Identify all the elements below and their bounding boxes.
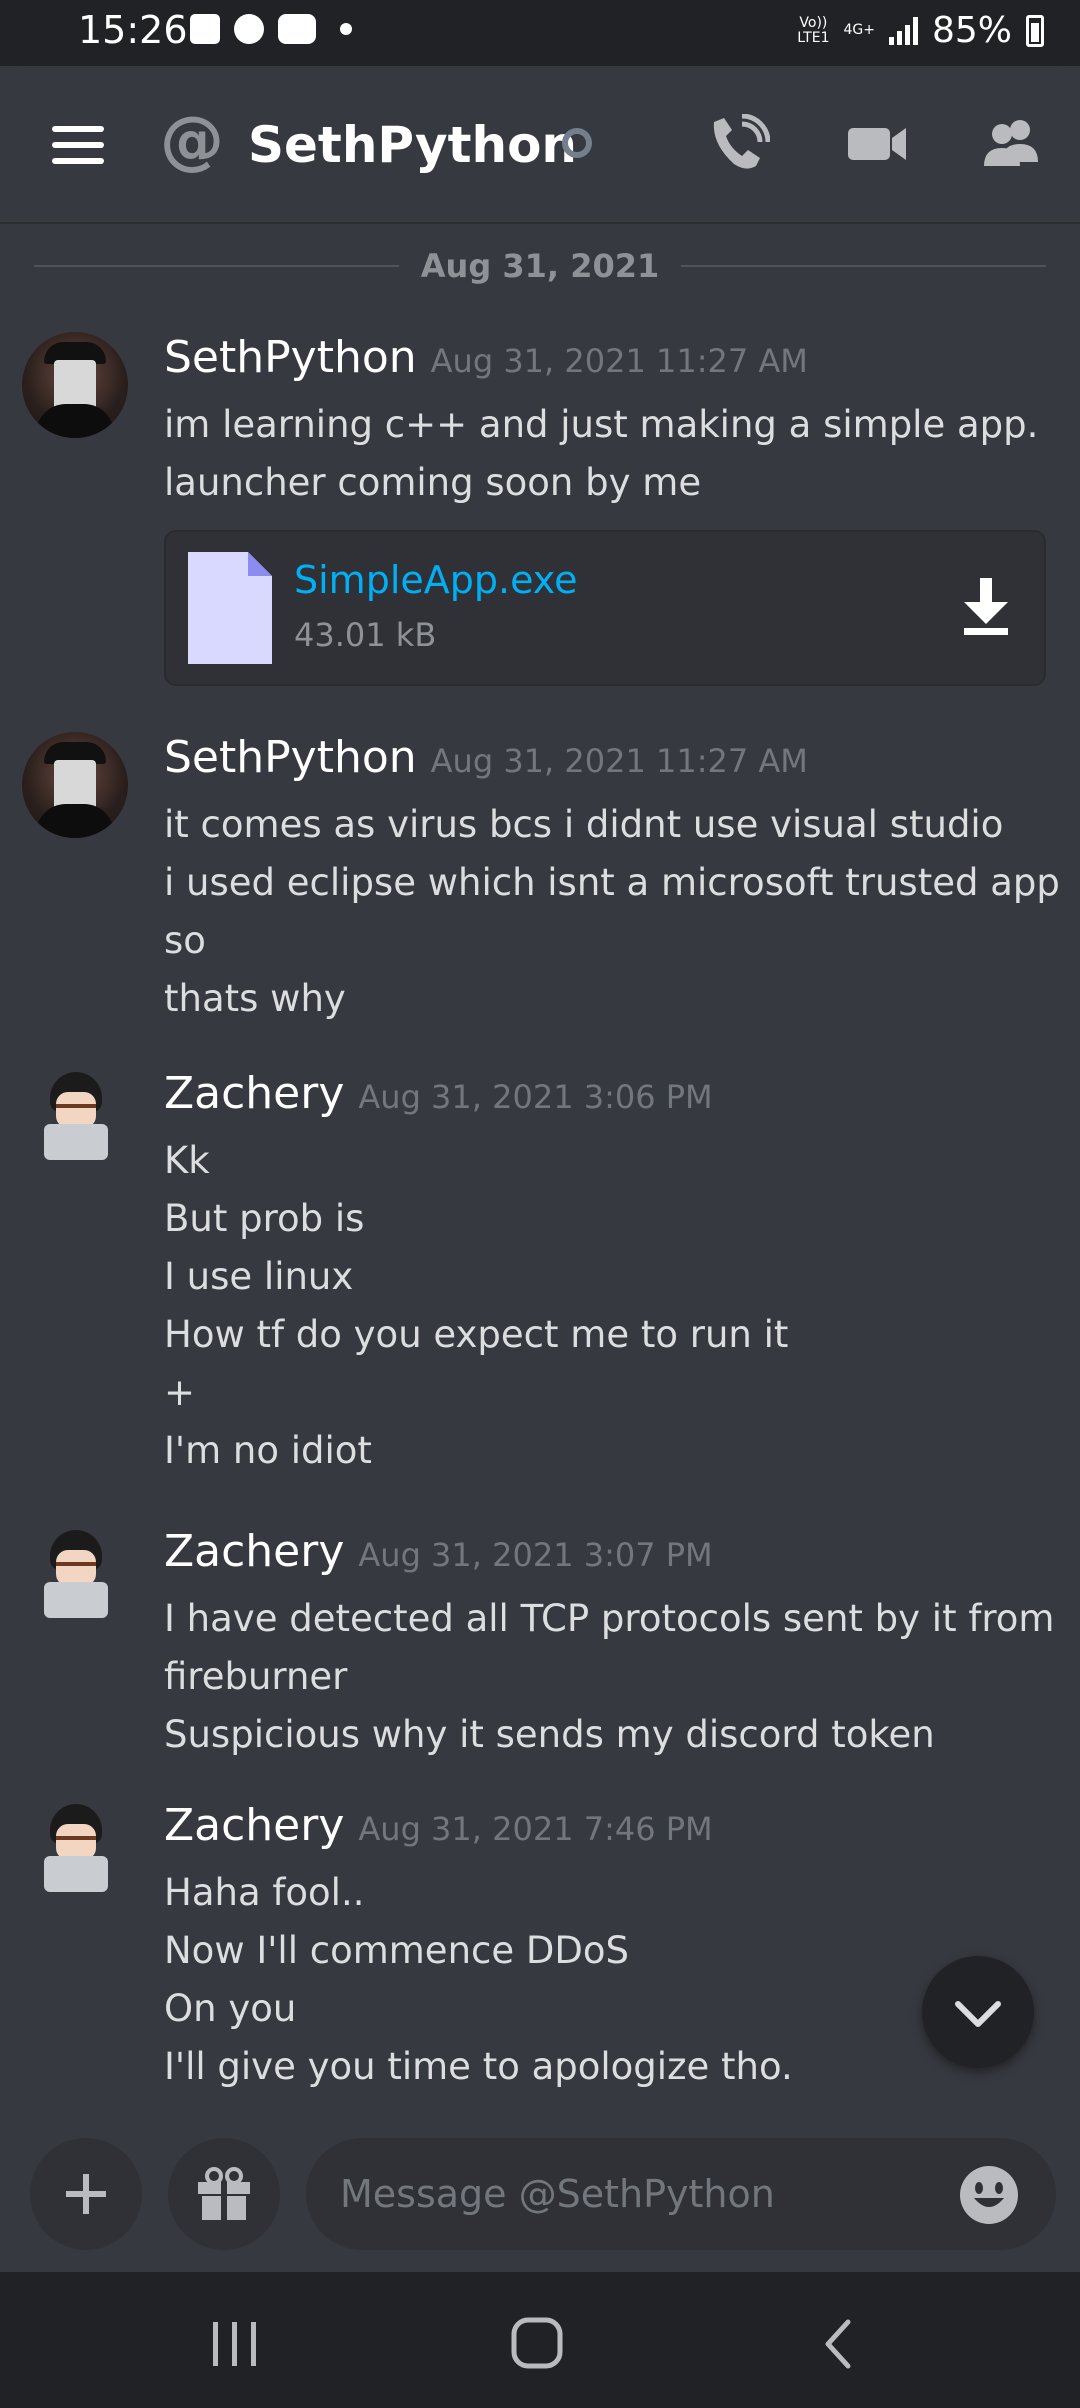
status-time: 15:26 [78, 8, 188, 52]
author-name[interactable]: Zachery [164, 1068, 344, 1119]
menu-icon[interactable] [52, 126, 104, 174]
at-icon: @ [160, 104, 224, 178]
message-line: I have detected all TCP protocols sent b… [164, 1597, 1055, 1640]
message-line: I'm no idiot [164, 1429, 372, 1472]
smiley-icon [960, 2166, 1018, 2224]
app-notification-icon [234, 14, 264, 44]
back-icon [825, 2319, 851, 2369]
message-author-row: Zachery Aug 31, 2021 7:46 PM [164, 1800, 713, 1851]
home-button[interactable] [508, 2316, 568, 2372]
date-divider-label: Aug 31, 2021 [420, 247, 660, 285]
video-camera-icon [848, 128, 906, 160]
message-content: it comes as virus bcs i didnt use visual… [164, 796, 1060, 1028]
author-name[interactable]: SethPython [164, 332, 417, 383]
avatar[interactable] [22, 732, 128, 838]
file-icon [188, 552, 272, 664]
chevron-down-icon [955, 2001, 1001, 2027]
signal-icon [888, 16, 918, 45]
video-call-button[interactable] [846, 114, 910, 174]
date-divider: Aug 31, 2021 [34, 247, 1047, 285]
message-line: Haha fool.. [164, 1871, 365, 1914]
message-line: How tf do you expect me to run it [164, 1313, 789, 1356]
emoji-button[interactable] [958, 2164, 1020, 2226]
message-line: + [164, 1371, 196, 1414]
battery-percent: 85% [931, 10, 1012, 51]
message-timestamp: Aug 31, 2021 7:46 PM [358, 1810, 713, 1848]
message-line: But prob is [164, 1197, 365, 1240]
download-icon[interactable] [960, 578, 1012, 636]
message-line: On you [164, 1987, 297, 2030]
message-composer [0, 2122, 1080, 2272]
author-name[interactable]: Zachery [164, 1526, 344, 1577]
offline-status-icon [562, 128, 592, 158]
author-name[interactable]: Zachery [164, 1800, 344, 1851]
message-content: Kk But prob is I use linux How tf do you… [164, 1132, 788, 1480]
recent-apps-icon [213, 2322, 256, 2366]
home-icon [511, 2317, 563, 2369]
volte-label: Vo)) [799, 14, 828, 31]
message-line: im learning c++ and just making a simple… [164, 403, 1039, 446]
add-attachment-button[interactable] [30, 2138, 142, 2250]
lte-label: LTE1 [797, 29, 830, 46]
members-icon [984, 120, 1038, 166]
status-bar: 15:26 Vo)) LTE1 4G+ 85% [0, 0, 1080, 66]
message-content: Haha fool.. Now I'll commence DDoS On yo… [164, 1864, 793, 2096]
gift-nitro-button[interactable] [168, 2138, 280, 2250]
message-line: I use linux [164, 1255, 354, 1298]
message-author-row: Zachery Aug 31, 2021 3:07 PM [164, 1526, 713, 1577]
avatar[interactable] [22, 1068, 128, 1174]
system-navigation-bar [0, 2272, 1080, 2408]
network-info: Vo)) LTE1 [797, 14, 830, 46]
battery-icon [1026, 14, 1044, 47]
attachment-size: 43.01 kB [294, 616, 437, 654]
message-author-row: SethPython Aug 31, 2021 11:27 AM [164, 732, 808, 783]
message-line: i used eclipse which isnt a microsoft tr… [164, 861, 1060, 904]
message-content: I have detected all TCP protocols sent b… [164, 1590, 1054, 1764]
message-timestamp: Aug 31, 2021 11:27 AM [430, 742, 808, 780]
gallery-icon [190, 14, 220, 44]
notification-icons [190, 14, 352, 44]
avatar[interactable] [22, 332, 128, 438]
message-line: Now I'll commence DDoS [164, 1929, 629, 1972]
avatar[interactable] [22, 1800, 128, 1906]
message-timestamp: Aug 31, 2021 3:06 PM [358, 1078, 713, 1116]
back-button[interactable] [812, 2316, 872, 2372]
recent-apps-button[interactable] [205, 2316, 265, 2372]
phone-icon [713, 113, 771, 169]
message-line: fireburner [164, 1655, 348, 1698]
message-line: thats why [164, 977, 346, 1020]
message-line: so [164, 919, 206, 962]
message-timestamp: Aug 31, 2021 11:27 AM [430, 342, 808, 380]
gift-icon [198, 2167, 250, 2220]
message-line: launcher coming soon by me [164, 461, 702, 504]
message-line: Suspicious why it sends my discord token [164, 1713, 935, 1756]
member-list-button[interactable] [980, 114, 1044, 174]
message-line: it comes as virus bcs i didnt use visual… [164, 803, 1004, 846]
avatar[interactable] [22, 1526, 128, 1632]
file-attachment[interactable]: SimpleApp.exe 43.01 kB [164, 530, 1046, 686]
attachment-filename[interactable]: SimpleApp.exe [294, 558, 577, 602]
more-notifications-icon [340, 23, 352, 35]
author-name[interactable]: SethPython [164, 732, 417, 783]
jump-to-present-button[interactable] [922, 1956, 1034, 2068]
message-list[interactable]: Aug 31, 2021 SethPython Aug 31, 2021 11:2… [0, 222, 1080, 2122]
message-timestamp: Aug 31, 2021 3:07 PM [358, 1536, 713, 1574]
message-content: im learning c++ and just making a simple… [164, 396, 1038, 512]
message-line: I'll give you time to apologize tho. [164, 2045, 793, 2088]
channel-header: @ SethPython [0, 66, 1080, 222]
message-input[interactable] [306, 2138, 1056, 2250]
channel-name[interactable]: SethPython [248, 116, 577, 174]
message-line: Kk [164, 1139, 210, 1182]
network-type: 4G+ [843, 22, 875, 38]
youtube-icon [278, 14, 316, 44]
message-author-row: SethPython Aug 31, 2021 11:27 AM [164, 332, 808, 383]
plus-icon [66, 2174, 106, 2214]
message-author-row: Zachery Aug 31, 2021 3:06 PM [164, 1068, 713, 1119]
call-button[interactable] [706, 113, 771, 174]
